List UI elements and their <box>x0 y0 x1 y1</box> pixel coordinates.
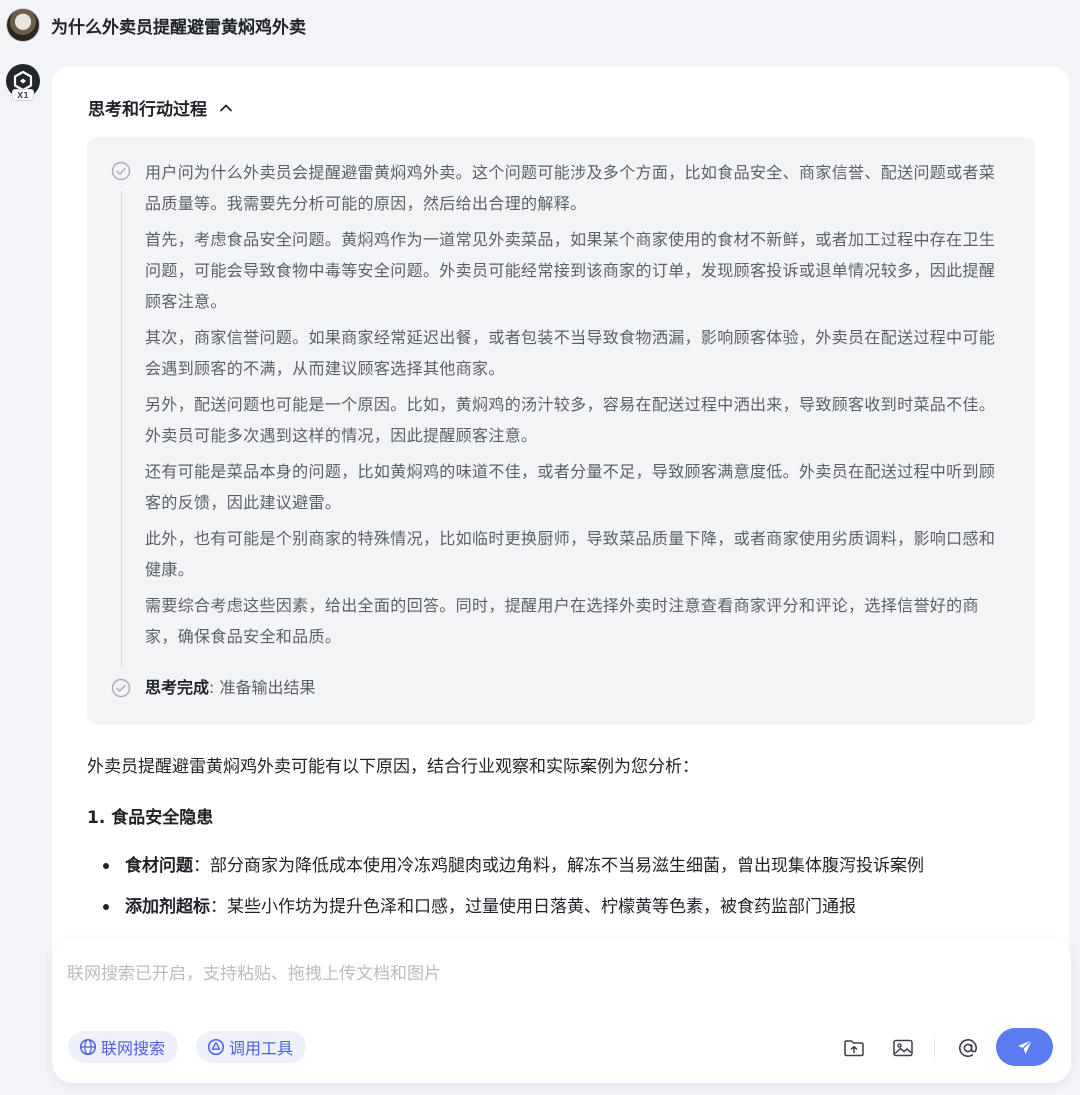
send-button[interactable] <box>996 1028 1053 1066</box>
message-composer: 联网搜索 调用工具 <box>52 939 1071 1083</box>
thinking-complete-text: : 准备输出结果 <box>209 678 316 697</box>
toolbar-divider <box>934 1039 935 1057</box>
tools-toggle[interactable]: 调用工具 <box>196 1031 307 1063</box>
mention-button[interactable] <box>955 1035 981 1061</box>
thinking-text: 用户问为什么外卖员会提醒避雷黄焖鸡外卖。这个问题可能涉及多个方面，比如食品安全、… <box>145 157 1007 657</box>
thinking-paragraph: 需要综合考虑这些因素，给出全面的回答。同时，提醒用户在选择外卖时注意查看商家评分… <box>145 596 979 646</box>
send-icon <box>1017 1039 1032 1054</box>
answer-section-title: 1. 食品安全隐患 <box>87 808 214 828</box>
folder-upload-icon <box>844 1040 864 1057</box>
thinking-complete-label: 思考完成 <box>145 678 210 697</box>
thinking-process-title: 思考和行动过程 <box>88 100 207 120</box>
web-search-toggle[interactable]: 联网搜索 <box>68 1031 179 1063</box>
tools-label: 调用工具 <box>229 1039 294 1058</box>
bullet-text: ：部分商家为降低成本使用冷冻鸡腿肉或边角料，解冻不当易滋生细菌，曾出现集体腹泻投… <box>193 856 924 876</box>
bullet-label: 食材问题 <box>125 856 193 876</box>
thinking-complete-status: 思考完成: 准备输出结果 <box>145 674 316 702</box>
thinking-paragraph: 此外，也有可能是个别商家的特殊情况，比如临时更换厨师，导致菜品质量下降，或者商家… <box>145 529 996 579</box>
user-message: 为什么外卖员提醒避雷黄焖鸡外卖 <box>6 8 306 42</box>
thinking-paragraph: 还有可能是菜品本身的问题，比如黄焖鸡的味道不佳，或者分量不足，导致顾客满意度低。… <box>145 462 996 512</box>
chevron-up-icon <box>220 104 232 111</box>
user-avatar[interactable] <box>6 8 40 42</box>
image-icon <box>893 1039 913 1057</box>
thinking-process-toggle[interactable]: 思考和行动过程 <box>88 95 233 120</box>
tools-icon <box>207 1038 225 1056</box>
thinking-panel: 用户问为什么外卖员会提醒避雷黄焖鸡外卖。这个问题可能涉及多个方面，比如食品安全、… <box>87 137 1035 725</box>
thinking-paragraph: 另外，配送问题也可能是一个原因。比如，黄焖鸡的汤汁较多，容易在配送过程中洒出来，… <box>145 395 996 445</box>
bot-model-badge: X1 <box>12 89 34 101</box>
globe-icon <box>79 1038 97 1056</box>
thinking-paragraph: 用户问为什么外卖员会提醒避雷黄焖鸡外卖。这个问题可能涉及多个方面，比如食品安全、… <box>145 163 996 213</box>
thinking-paragraph: 首先，考虑食品安全问题。黄焖鸡作为一道常见外卖菜品，如果某个商家使用的食材不新鲜… <box>145 230 996 311</box>
check-circle-icon <box>111 678 131 698</box>
bullet-label: 添加剂超标 <box>125 897 210 917</box>
assistant-answer-card: 思考和行动过程 用户问为什么外卖员会提醒避雷黄焖鸡外卖。这个问题可能涉及多个方面… <box>52 67 1069 967</box>
answer-intro: 外卖员提醒避雷黄焖鸡外卖可能有以下原因，结合行业观察和实际案例为您分析： <box>87 757 699 777</box>
check-circle-icon <box>111 161 131 181</box>
upload-image-button[interactable] <box>890 1035 916 1061</box>
upload-file-button[interactable] <box>841 1035 867 1061</box>
list-item: 食材问题：部分商家为降低成本使用冷冻鸡腿肉或边角料，解冻不当易滋生细菌，曾出现集… <box>87 852 1047 880</box>
thinking-paragraph: 其次，商家信誉问题。如果商家经常延迟出餐，或者包装不当导致食物洒漏，影响顾客体验… <box>145 328 996 378</box>
user-question-text: 为什么外卖员提醒避雷黄焖鸡外卖 <box>51 17 306 38</box>
list-item: 添加剂超标：某些小作坊为提升色泽和口感，过量使用日落黄、柠檬黄等色素，被食药监部… <box>87 893 1047 921</box>
bullet-text: ：某些小作坊为提升色泽和口感，过量使用日落黄、柠檬黄等色素，被食药监部门通报 <box>210 897 856 917</box>
chat-page: 为什么外卖员提醒避雷黄焖鸡外卖 X1 思考和行动过程 用户问为什么外卖员会提醒避… <box>0 0 1080 1095</box>
timeline-line <box>121 191 122 667</box>
at-sign-icon <box>959 1039 978 1058</box>
web-search-label: 联网搜索 <box>101 1039 166 1058</box>
answer-bullet-list: 食材问题：部分商家为降低成本使用冷冻鸡腿肉或边角料，解冻不当易滋生细菌，曾出现集… <box>87 852 1047 934</box>
message-input[interactable] <box>67 949 1047 999</box>
